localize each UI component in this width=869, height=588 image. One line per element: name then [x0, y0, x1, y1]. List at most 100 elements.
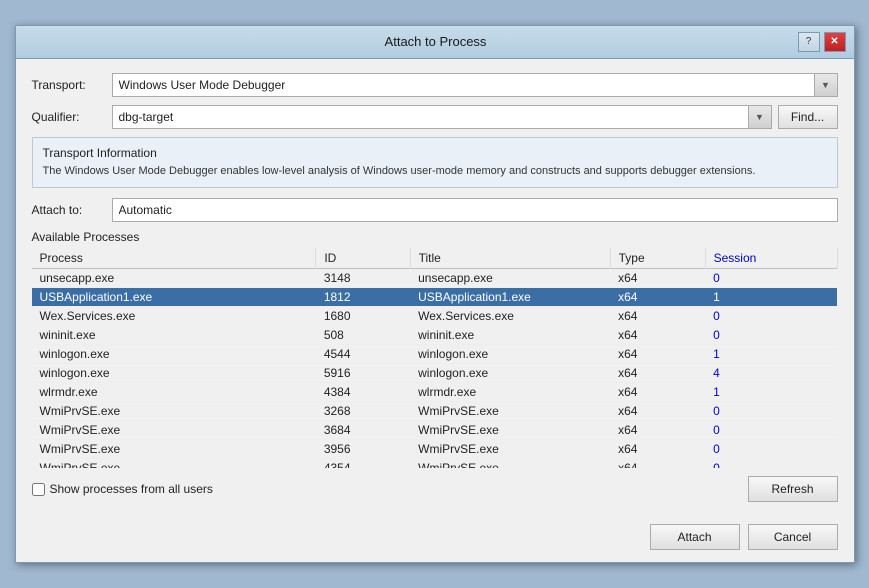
cell-process: Wex.Services.exe — [32, 307, 316, 326]
help-button[interactable]: ? — [798, 32, 820, 52]
table-row[interactable]: wlrmdr.exe 4384 wlrmdr.exe x64 1 — [32, 383, 838, 402]
table-row[interactable]: WmiPrvSE.exe 3684 WmiPrvSE.exe x64 0 — [32, 421, 838, 440]
table-row[interactable]: unsecapp.exe 3148 unsecapp.exe x64 0 — [32, 269, 838, 288]
cell-session: 4 — [705, 364, 837, 383]
cell-type: x64 — [610, 269, 705, 288]
available-processes-label: Available Processes — [32, 230, 838, 244]
bottom-bar: Show processes from all users Refresh — [32, 476, 838, 502]
cell-session: 0 — [705, 269, 837, 288]
cell-title: unsecapp.exe — [410, 269, 610, 288]
table-row[interactable]: WmiPrvSE.exe 3956 WmiPrvSE.exe x64 0 — [32, 440, 838, 459]
cell-id: 508 — [316, 326, 410, 345]
cell-id: 4384 — [316, 383, 410, 402]
cell-id: 3956 — [316, 440, 410, 459]
col-id: ID — [316, 248, 410, 269]
cell-session: 0 — [705, 459, 837, 469]
process-table-header: Process ID Title Type Session — [32, 248, 838, 269]
cell-type: x64 — [610, 421, 705, 440]
show-all-users-checkbox[interactable] — [32, 483, 45, 496]
attach-button[interactable]: Attach — [650, 524, 740, 550]
attach-to-row: Attach to: — [32, 198, 838, 222]
title-bar: Attach to Process ? ✕ — [16, 26, 854, 59]
dialog-footer: Attach Cancel — [16, 514, 854, 562]
cell-title: winlogon.exe — [410, 364, 610, 383]
cell-id: 5916 — [316, 364, 410, 383]
show-all-users-wrap: Show processes from all users — [32, 482, 748, 496]
info-box-text: The Windows User Mode Debugger enables l… — [43, 164, 827, 179]
qualifier-dropdown[interactable]: dbg-target — [112, 105, 772, 129]
cell-session: 1 — [705, 345, 837, 364]
cell-id: 3684 — [316, 421, 410, 440]
table-row[interactable]: USBApplication1.exe 1812 USBApplication1… — [32, 288, 838, 307]
cell-id: 4354 — [316, 459, 410, 469]
qualifier-row: Qualifier: dbg-target ▼ Find... — [32, 105, 838, 129]
cell-id: 3268 — [316, 402, 410, 421]
transport-row: Transport: Windows User Mode Debugger ▼ — [32, 73, 838, 97]
refresh-button[interactable]: Refresh — [748, 476, 838, 502]
cell-process: wininit.exe — [32, 326, 316, 345]
cell-title: WmiPrvSE.exe — [410, 440, 610, 459]
cell-type: x64 — [610, 459, 705, 469]
cell-id: 4544 — [316, 345, 410, 364]
cell-title: Wex.Services.exe — [410, 307, 610, 326]
cell-type: x64 — [610, 364, 705, 383]
cell-process: unsecapp.exe — [32, 269, 316, 288]
cell-process: WmiPrvSE.exe — [32, 402, 316, 421]
qualifier-label: Qualifier: — [32, 110, 112, 124]
process-table-container[interactable]: Process ID Title Type Session unsecapp.e… — [32, 248, 838, 468]
cell-title: USBApplication1.exe — [410, 288, 610, 307]
transport-label: Transport: — [32, 78, 112, 92]
table-row[interactable]: wininit.exe 508 wininit.exe x64 0 — [32, 326, 838, 345]
cell-type: x64 — [610, 440, 705, 459]
col-title: Title — [410, 248, 610, 269]
cell-process: WmiPrvSE.exe — [32, 421, 316, 440]
cell-session: 0 — [705, 421, 837, 440]
cell-id: 1680 — [316, 307, 410, 326]
transport-combo-wrap: Windows User Mode Debugger ▼ — [112, 73, 838, 97]
table-row[interactable]: WmiPrvSE.exe 3268 WmiPrvSE.exe x64 0 — [32, 402, 838, 421]
cell-process: USBApplication1.exe — [32, 288, 316, 307]
transport-dropdown[interactable]: Windows User Mode Debugger — [112, 73, 838, 97]
col-process: Process — [32, 248, 316, 269]
cell-id: 1812 — [316, 288, 410, 307]
dialog-body: Transport: Windows User Mode Debugger ▼ … — [16, 59, 854, 514]
cell-process: WmiPrvSE.exe — [32, 440, 316, 459]
find-button[interactable]: Find... — [778, 105, 838, 129]
dialog-title: Attach to Process — [74, 34, 798, 49]
close-button[interactable]: ✕ — [824, 32, 846, 52]
cell-type: x64 — [610, 345, 705, 364]
cancel-button[interactable]: Cancel — [748, 524, 838, 550]
attach-to-label: Attach to: — [32, 203, 112, 217]
cell-process: wlrmdr.exe — [32, 383, 316, 402]
table-row[interactable]: winlogon.exe 4544 winlogon.exe x64 1 — [32, 345, 838, 364]
table-row[interactable]: winlogon.exe 5916 winlogon.exe x64 4 — [32, 364, 838, 383]
cell-session: 0 — [705, 326, 837, 345]
cell-id: 3148 — [316, 269, 410, 288]
cell-title: WmiPrvSE.exe — [410, 459, 610, 469]
table-row[interactable]: WmiPrvSE.exe 4354 WmiPrvSE.exe x64 0 — [32, 459, 838, 469]
process-table: Process ID Title Type Session unsecapp.e… — [32, 248, 838, 468]
cell-session: 1 — [705, 288, 837, 307]
cell-type: x64 — [610, 288, 705, 307]
show-all-users-label: Show processes from all users — [50, 482, 213, 496]
cell-process: WmiPrvSE.exe — [32, 459, 316, 469]
col-type: Type — [610, 248, 705, 269]
col-session: Session — [705, 248, 837, 269]
cell-title: wlrmdr.exe — [410, 383, 610, 402]
cell-title: WmiPrvSE.exe — [410, 402, 610, 421]
cell-type: x64 — [610, 326, 705, 345]
attach-to-process-dialog: Attach to Process ? ✕ Transport: Windows… — [15, 25, 855, 563]
cell-process: winlogon.exe — [32, 345, 316, 364]
qualifier-combo-wrap: dbg-target ▼ — [112, 105, 772, 129]
title-bar-controls: ? ✕ — [798, 32, 846, 52]
table-row[interactable]: Wex.Services.exe 1680 Wex.Services.exe x… — [32, 307, 838, 326]
transport-info-box: Transport Information The Windows User M… — [32, 137, 838, 188]
cell-process: winlogon.exe — [32, 364, 316, 383]
cell-type: x64 — [610, 402, 705, 421]
attach-to-input[interactable] — [112, 198, 838, 222]
cell-title: winlogon.exe — [410, 345, 610, 364]
process-table-body: unsecapp.exe 3148 unsecapp.exe x64 0 USB… — [32, 269, 838, 469]
cell-type: x64 — [610, 307, 705, 326]
cell-session: 0 — [705, 307, 837, 326]
cell-session: 1 — [705, 383, 837, 402]
